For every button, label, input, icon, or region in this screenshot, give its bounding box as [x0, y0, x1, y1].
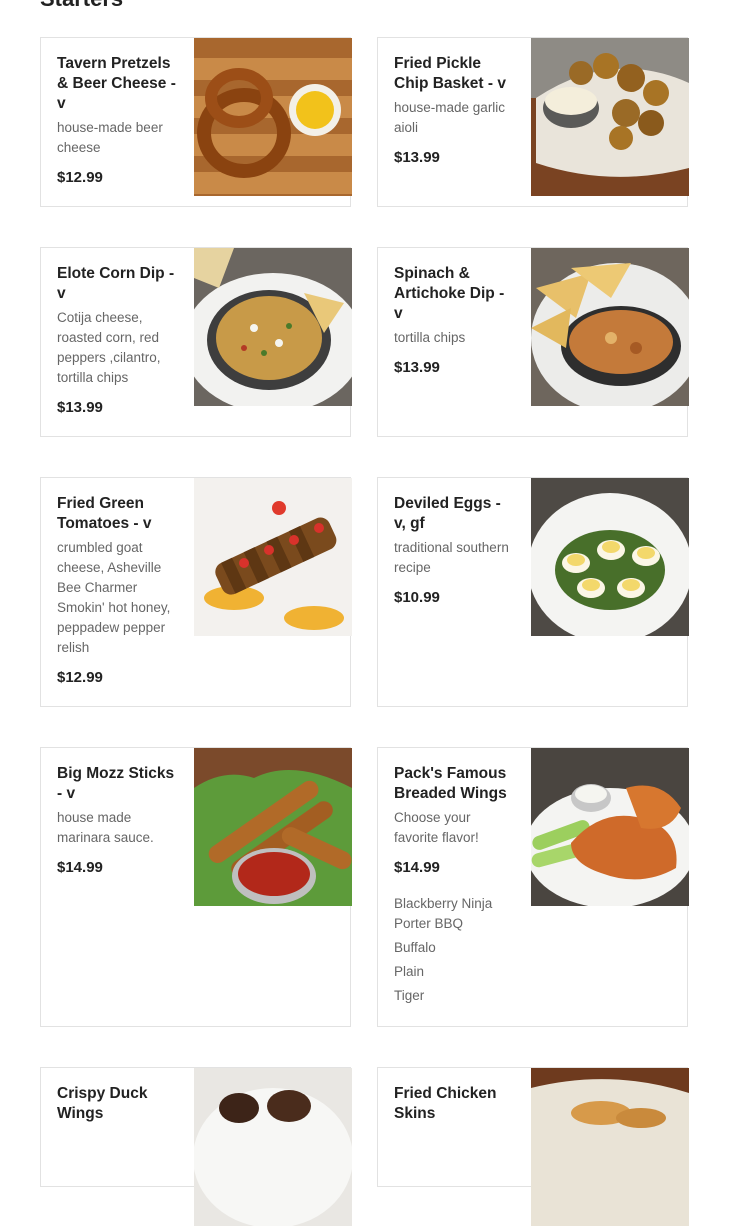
item-description: house-made garlic aioli	[394, 100, 506, 135]
item-name: Spinach & Artichoke Dip - v	[394, 265, 505, 322]
item-name: Crispy Duck Wings	[57, 1085, 148, 1122]
menu-item-card[interactable]: Elote Corn Dip - v Cotija cheese, roaste…	[40, 247, 352, 437]
flavor-option[interactable]: Plain	[394, 962, 516, 982]
menu-item-card[interactable]: Fried Green Tomatoes - v crumbled goat c…	[40, 477, 352, 707]
chicken-skins-photo[interactable]	[531, 1068, 689, 1226]
item-price: $14.99	[394, 859, 440, 876]
menu-item-card[interactable]: Fried Pickle Chip Basket - v house-made …	[377, 37, 689, 207]
item-description: tortilla chips	[394, 330, 466, 345]
flavor-options: Blackberry Ninja Porter BBQ Buffalo Plai…	[394, 894, 516, 1006]
item-description: Choose your favorite flavor!	[394, 810, 479, 845]
menu-item-card[interactable]: Fried Chicken Skins	[377, 1067, 689, 1226]
duck-wings-photo[interactable]	[194, 1068, 352, 1226]
item-price: $13.99	[394, 149, 440, 166]
item-name: Fried Pickle Chip Basket - v	[394, 55, 506, 92]
flavor-option[interactable]: Buffalo	[394, 938, 516, 958]
fried-pickle-photo[interactable]	[531, 38, 689, 196]
wings-photo[interactable]	[531, 748, 689, 906]
menu-item-card[interactable]: Pack's Famous Breaded Wings Choose your …	[377, 747, 689, 1027]
item-name: Fried Green Tomatoes - v	[57, 495, 152, 532]
item-price: $10.99	[394, 589, 440, 606]
deviled-eggs-photo[interactable]	[531, 478, 689, 636]
menu-item-card[interactable]: Big Mozz Sticks - v house made marinara …	[40, 747, 352, 1027]
item-description: crumbled goat cheese, Asheville Bee Char…	[57, 540, 171, 655]
item-price: $14.99	[57, 859, 103, 876]
item-price: $13.99	[394, 359, 440, 376]
menu-item-card[interactable]: Deviled Eggs - v, gf traditional souther…	[377, 477, 689, 707]
corn-dip-photo[interactable]	[194, 248, 352, 406]
item-name: Pack's Famous Breaded Wings	[394, 765, 507, 802]
item-name: Elote Corn Dip - v	[57, 265, 175, 302]
item-price: $12.99	[57, 169, 103, 186]
item-description: traditional southern recipe	[394, 540, 509, 575]
section-title: Starters	[40, 0, 123, 12]
flavor-option[interactable]: Tiger	[394, 986, 516, 1006]
item-name: Tavern Pretzels & Beer Cheese - v	[57, 55, 176, 112]
green-tomatoes-photo[interactable]	[194, 478, 352, 636]
item-name: Fried Chicken Skins	[394, 1085, 497, 1122]
spinach-dip-photo[interactable]	[531, 248, 689, 406]
mozz-sticks-photo[interactable]	[194, 748, 352, 906]
menu-item-card[interactable]: Tavern Pretzels & Beer Cheese - v house-…	[40, 37, 352, 207]
item-description: house made marinara sauce.	[57, 810, 154, 845]
item-price: $12.99	[57, 669, 103, 686]
item-description: house-made beer cheese	[57, 120, 163, 155]
menu-item-card[interactable]: Crispy Duck Wings	[40, 1067, 352, 1226]
pretzel-photo[interactable]	[194, 38, 352, 196]
menu-item-card[interactable]: Spinach & Artichoke Dip - v tortilla chi…	[377, 247, 689, 437]
item-description: Cotija cheese, roasted corn, red peppers…	[57, 310, 161, 385]
item-name: Big Mozz Sticks - v	[57, 765, 175, 802]
flavor-option[interactable]: Blackberry Ninja Porter BBQ	[394, 894, 516, 934]
item-price: $13.99	[57, 399, 103, 416]
item-name: Deviled Eggs - v, gf	[394, 495, 501, 532]
